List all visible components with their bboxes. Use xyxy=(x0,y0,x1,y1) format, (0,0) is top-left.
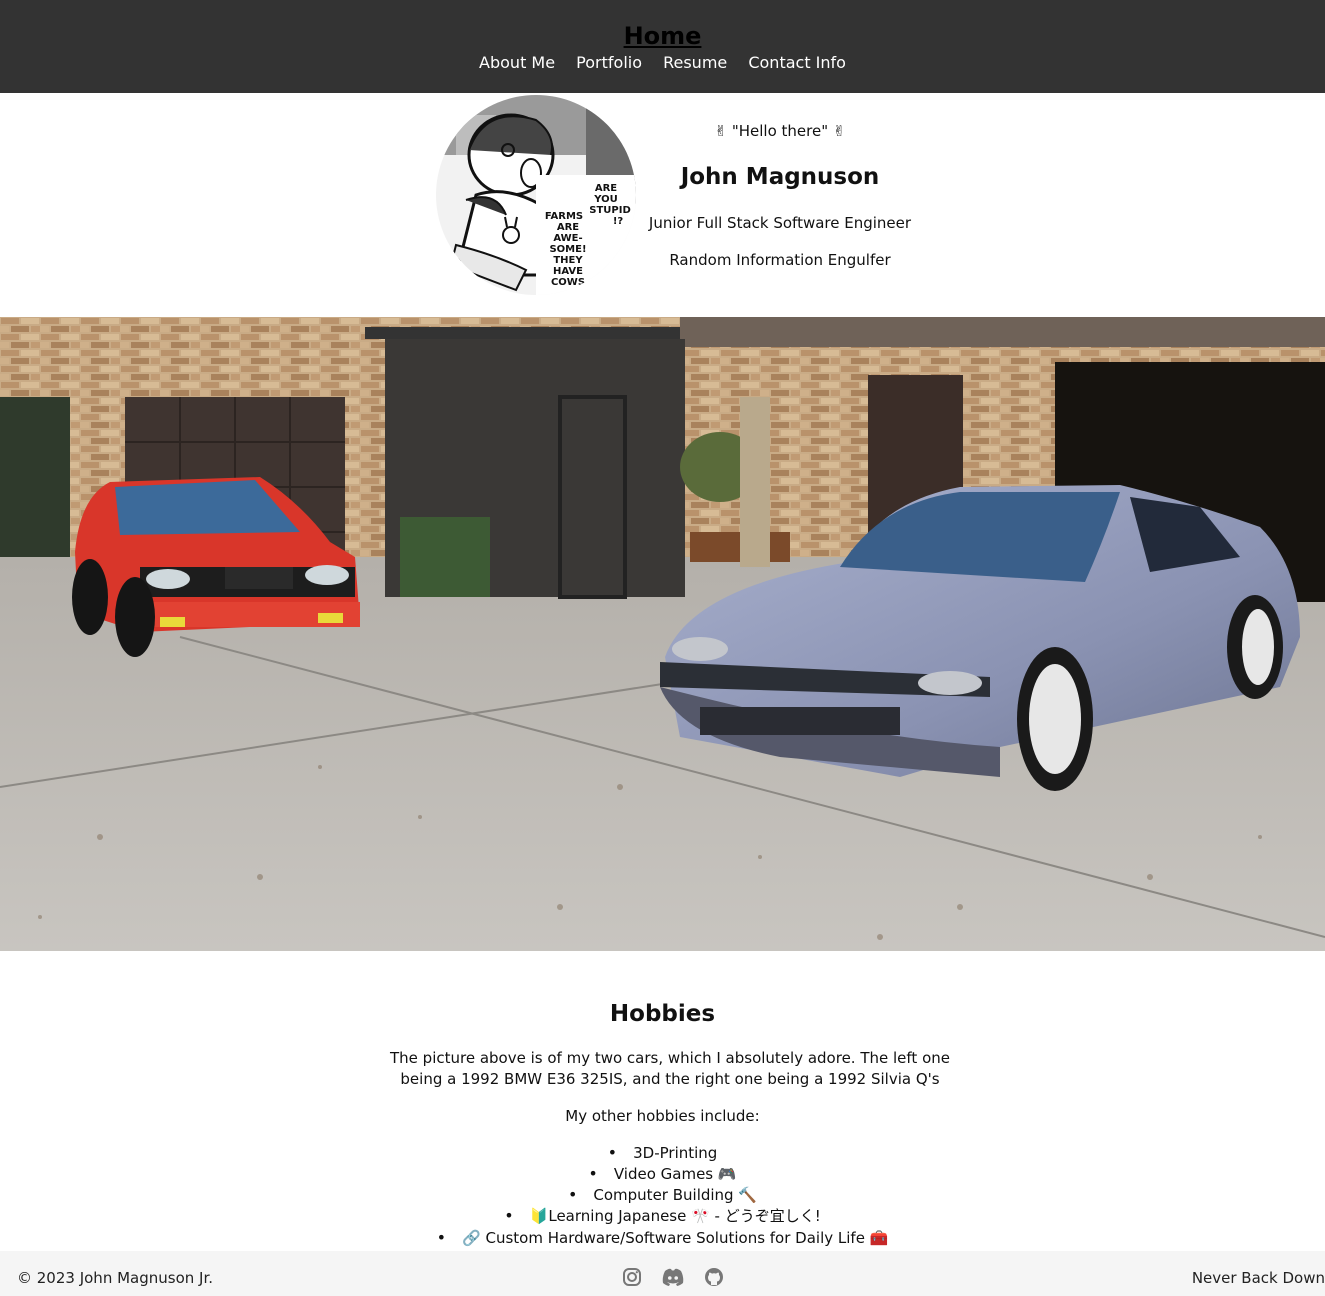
profile-tagline: Random Information Engulfer xyxy=(669,251,891,269)
footer-motto: Never Back Down xyxy=(1191,1269,1325,1287)
top-navbar: Home About Me Portfolio Resume Contact I… xyxy=(0,0,1325,93)
footer: © 2023 John Magnuson Jr. Never Back Down xyxy=(0,1251,1325,1296)
footer-copyright: © 2023 John Magnuson Jr. xyxy=(17,1269,214,1287)
svg-text:SOME!: SOME! xyxy=(549,244,586,255)
discord-icon[interactable] xyxy=(661,1267,685,1287)
svg-text:STUPID: STUPID xyxy=(589,205,631,216)
profile-avatar: ARE YOU STUPID !? FARMS ARE AWE- SOME! T… xyxy=(436,95,636,295)
hobbies-section: Hobbies The picture above is of my two c… xyxy=(0,951,1325,1251)
list-item: 🔰Learning Japanese 🎌 - どうぞ宜しく! xyxy=(0,1205,1325,1226)
list-item: 3D-Printing xyxy=(0,1142,1325,1163)
nav-link-resume[interactable]: Resume xyxy=(663,53,727,72)
svg-text:YOU: YOU xyxy=(593,194,618,205)
nav-link-about-me[interactable]: About Me xyxy=(479,53,555,72)
list-item: Computer Building 🔨 xyxy=(0,1184,1325,1205)
nav-link-contact-info[interactable]: Contact Info xyxy=(748,53,846,72)
svg-text:COWS: COWS xyxy=(551,277,585,288)
svg-text:FARMS: FARMS xyxy=(545,211,583,222)
svg-text:ARE: ARE xyxy=(595,183,617,194)
nav-links: About Me Portfolio Resume Contact Info xyxy=(0,53,1325,72)
hobbies-description: The picture above is of my two cars, whi… xyxy=(390,1049,950,1088)
profile-role: Junior Full Stack Software Engineer xyxy=(648,214,912,232)
list-item: 🔗 Custom Hardware/Software Solutions for… xyxy=(0,1226,1325,1250)
svg-text:AWE-: AWE- xyxy=(553,233,582,244)
hobbies-list: 3D-Printing Video Games 🎮 Computer Build… xyxy=(0,1142,1325,1250)
svg-text:ARE: ARE xyxy=(557,222,579,233)
social-links xyxy=(622,1267,738,1291)
svg-text:THEY: THEY xyxy=(553,255,583,266)
nav-home-link[interactable]: Home xyxy=(0,22,1325,50)
greeting-text: ✌ "Hello there" ✌ xyxy=(714,122,846,140)
profile-name: John Magnuson xyxy=(680,164,880,190)
profile-section: ARE YOU STUPID !? FARMS ARE AWE- SOME! T… xyxy=(0,93,1325,317)
nav-link-portfolio[interactable]: Portfolio xyxy=(576,53,642,72)
hero-cars-photo xyxy=(0,317,1325,951)
list-item: Video Games 🎮 xyxy=(0,1163,1325,1184)
hobbies-title: Hobbies xyxy=(609,1001,716,1027)
hobbies-intro: My other hobbies include: xyxy=(565,1107,760,1125)
instagram-icon[interactable] xyxy=(622,1267,642,1287)
svg-text:!?: !? xyxy=(613,216,624,227)
github-icon[interactable] xyxy=(704,1267,724,1287)
svg-text:HAVE: HAVE xyxy=(553,266,583,277)
